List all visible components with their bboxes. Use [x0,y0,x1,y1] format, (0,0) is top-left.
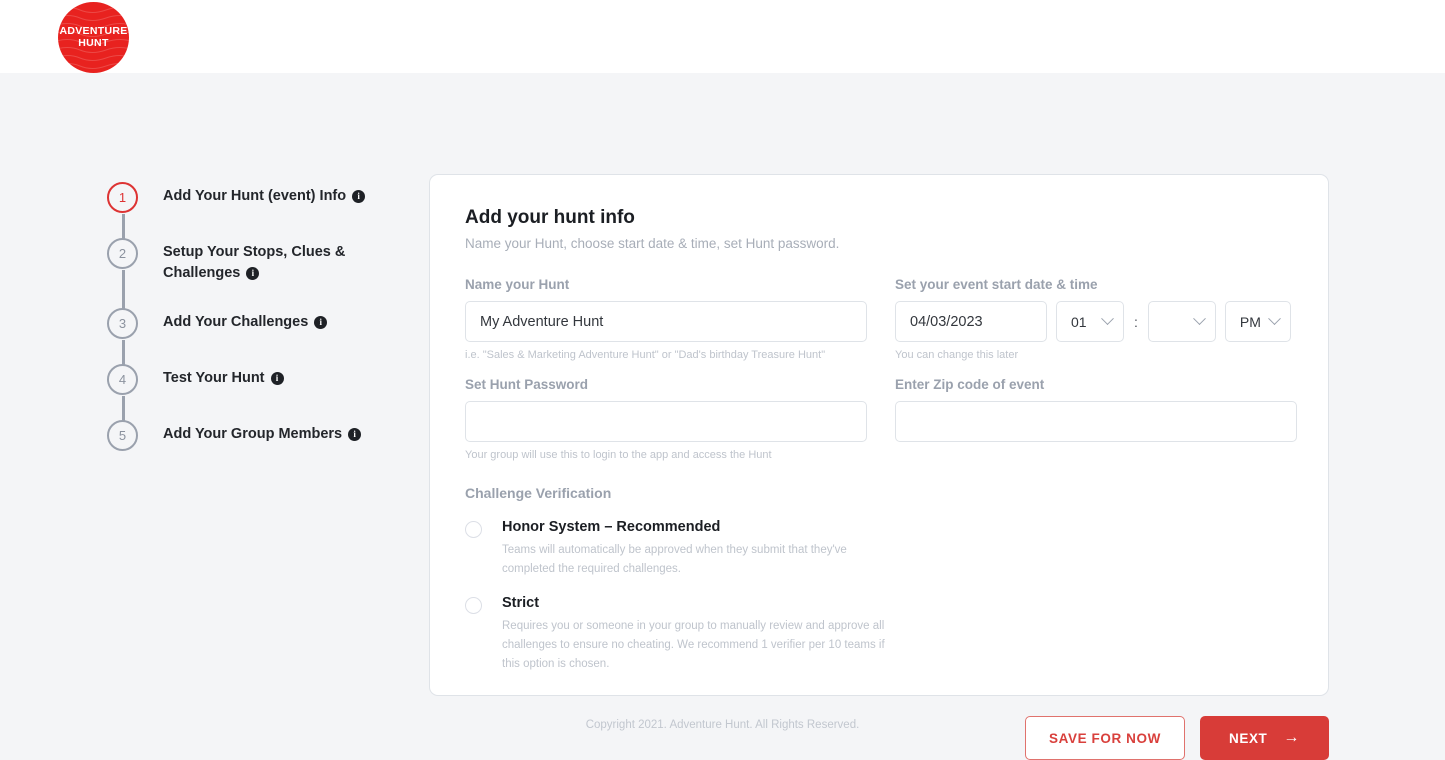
step-number-badge: 1 [107,182,138,213]
sidebar-step-1[interactable]: 1 Add Your Hunt (event) Info i [107,182,407,238]
sidebar-step-2[interactable]: 2 Setup Your Stops, Clues & Challengesi [107,238,407,308]
challenge-verification-title: Challenge Verification [465,485,1293,501]
step-label: Add Your Challenges i [163,312,327,333]
form-row-1: Name your Hunt i.e. "Sales & Marketing A… [465,277,1293,361]
hunt-password-helper: Your group will use this to login to the… [465,449,867,461]
hunt-password-field-group: Set Hunt Password Your group will use th… [465,377,867,461]
datetime-controls: 01 : PM [895,301,1297,342]
info-icon[interactable]: i [271,372,284,385]
ampm-select-value: PM [1240,314,1261,330]
logo-wordmark: ADVENTURE HUNT [59,26,127,48]
page-body: 1 Add Your Hunt (event) Info i 2 Setup Yo… [0,73,1445,736]
logo-line-1: ADVENTURE [59,26,127,37]
start-datetime-field-group: Set your event start date & time 01 : PM [895,277,1297,361]
step-label-text: Add Your Group Members [163,426,342,442]
hunt-password-input[interactable] [465,401,867,442]
next-label: NEXT [1229,731,1267,746]
save-for-now-label: SAVE FOR NOW [1049,731,1161,746]
logo-line-2: HUNT [59,38,127,49]
step-label-text: Add Your Challenges [163,314,308,330]
info-icon[interactable]: i [352,190,365,203]
zip-code-label: Enter Zip code of event [895,377,1297,392]
card-title: Add your hunt info [465,207,1293,229]
radio-strict[interactable] [465,597,482,614]
sidebar-step-4[interactable]: 4 Test Your Hunt i [107,364,407,420]
option-title: Strict [502,595,894,611]
chevron-down-icon [1268,312,1281,325]
verification-option-honor-system[interactable]: Honor System – Recommended Teams will au… [465,519,1293,578]
hunt-name-input[interactable] [465,301,867,342]
sidebar-step-5[interactable]: 5 Add Your Group Members i [107,420,407,476]
hour-select-value: 01 [1071,314,1087,330]
ampm-select[interactable]: PM [1225,301,1291,342]
step-label-text: Test Your Hunt [163,370,265,386]
verification-option-strict[interactable]: Strict Requires you or someone in your g… [465,595,1293,673]
hunt-info-card: Add your hunt info Name your Hunt, choos… [429,174,1329,696]
zip-code-input[interactable] [895,401,1297,442]
step-number-badge: 5 [107,420,138,451]
step-label: Test Your Hunt i [163,368,284,389]
minute-select[interactable] [1148,301,1216,342]
option-description: Requires you or someone in your group to… [502,617,894,673]
card-subtitle: Name your Hunt, choose start date & time… [465,236,1293,251]
time-separator: : [1133,314,1139,330]
sidebar-step-3[interactable]: 3 Add Your Challenges i [107,308,407,364]
arrow-right-icon: → [1283,730,1300,746]
setup-stepper: 1 Add Your Hunt (event) Info i 2 Setup Yo… [107,182,407,476]
hunt-password-label: Set Hunt Password [465,377,867,392]
step-label-text: Add Your Hunt (event) Info [163,188,346,204]
step-number-badge: 4 [107,364,138,395]
chevron-down-icon [1193,312,1206,325]
chevron-down-icon [1101,312,1114,325]
step-label: Setup Your Stops, Clues & Challengesi [163,242,373,284]
option-description: Teams will automatically be approved whe… [502,541,894,578]
step-number-badge: 2 [107,238,138,269]
hunt-name-field-group: Name your Hunt i.e. "Sales & Marketing A… [465,277,867,361]
hunt-name-helper: i.e. "Sales & Marketing Adventure Hunt" … [465,349,867,361]
start-datetime-helper: You can change this later [895,349,1297,361]
step-label: Add Your Group Members i [163,424,361,445]
info-icon[interactable]: i [246,267,259,280]
hour-select[interactable]: 01 [1056,301,1124,342]
radio-honor-system[interactable] [465,521,482,538]
app-header: ADVENTURE HUNT [0,0,1445,73]
footer-copyright: Copyright 2021. Adventure Hunt. All Righ… [0,719,1445,731]
hunt-name-label: Name your Hunt [465,277,867,292]
step-label: Add Your Hunt (event) Info i [163,186,365,207]
info-icon[interactable]: i [314,316,327,329]
start-datetime-label: Set your event start date & time [895,277,1297,292]
adventure-hunt-logo[interactable]: ADVENTURE HUNT [58,2,129,73]
option-title: Honor System – Recommended [502,519,894,535]
verification-option-body: Honor System – Recommended Teams will au… [502,519,894,578]
start-date-input[interactable] [895,301,1047,342]
form-row-2: Set Hunt Password Your group will use th… [465,377,1293,461]
info-icon[interactable]: i [348,428,361,441]
zip-code-field-group: Enter Zip code of event [895,377,1297,461]
verification-option-body: Strict Requires you or someone in your g… [502,595,894,673]
step-number-badge: 3 [107,308,138,339]
